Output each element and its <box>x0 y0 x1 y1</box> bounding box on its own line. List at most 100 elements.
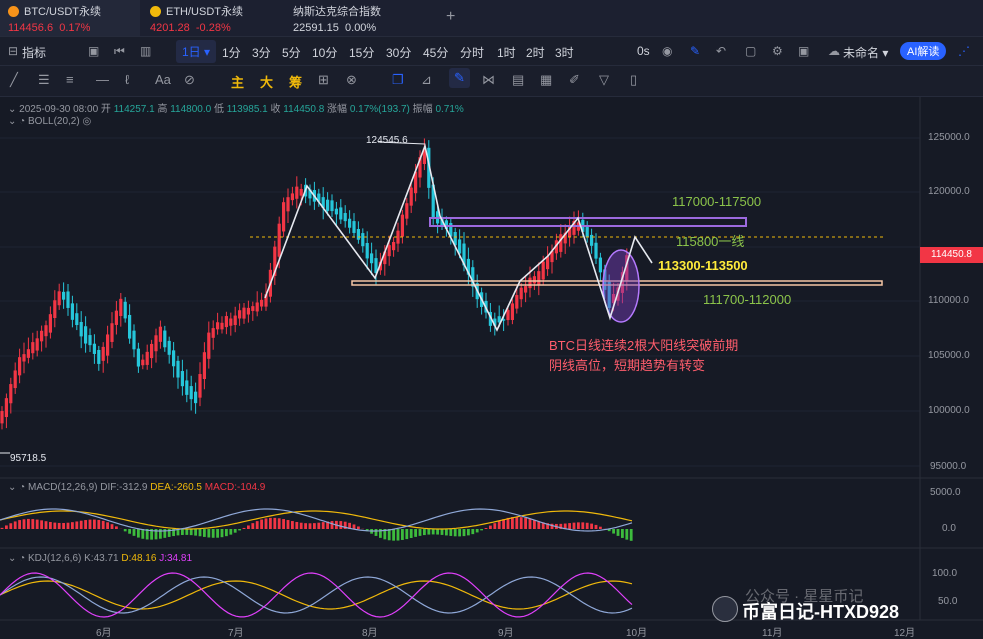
macd-bar <box>45 521 48 529</box>
candle-body <box>357 229 360 240</box>
macd-bar <box>203 529 206 537</box>
macd-bar <box>31 519 34 529</box>
candle-body <box>53 300 56 318</box>
macd-bar <box>515 517 518 529</box>
candle-body <box>40 331 43 342</box>
macd-bar <box>463 529 466 536</box>
bell-icon: ◔ <box>19 553 25 564</box>
candle-body <box>88 335 91 345</box>
annotation-zone1: 117000-117500 <box>672 194 761 209</box>
macd-bar <box>397 529 400 541</box>
candle-body <box>150 344 153 358</box>
macd-bar <box>58 523 61 529</box>
macd-bar <box>502 519 505 529</box>
candle-body <box>110 323 113 342</box>
macd-bar <box>458 529 461 536</box>
macd-bar <box>414 529 417 537</box>
macd-bar <box>93 520 96 529</box>
macd-bar <box>137 529 140 538</box>
candle-body <box>128 315 131 339</box>
candle-body <box>190 386 193 399</box>
candle-body <box>282 202 285 231</box>
kdj-label: KDJ(12,6,6) <box>28 553 81 564</box>
macd-bar <box>353 524 356 529</box>
macd-bar <box>80 521 83 529</box>
price-tick: 100000.0 <box>928 405 970 416</box>
candle-body <box>62 292 65 300</box>
macd-bar <box>243 528 246 529</box>
macd-bar <box>27 519 30 529</box>
macd-bar <box>97 520 100 529</box>
annotation-note2: 阴线高位，短期趋势有转变 <box>549 355 705 374</box>
candle-body <box>594 243 597 259</box>
macd-bar <box>234 529 237 533</box>
macd-bar <box>621 529 624 538</box>
macd-bar <box>357 526 360 529</box>
candle-body <box>256 302 259 311</box>
candle-body <box>27 349 30 358</box>
macd-bar <box>300 523 303 529</box>
candle-body <box>401 215 404 237</box>
macd-bar <box>410 529 413 538</box>
macd-bar <box>498 521 501 529</box>
macd-bar <box>225 529 228 536</box>
macd-bar <box>251 523 254 529</box>
candle-body <box>291 193 294 200</box>
macd-bar <box>212 529 215 538</box>
macd-bar <box>67 523 70 529</box>
macd-bar <box>89 520 92 529</box>
macd-bar <box>256 521 259 529</box>
macd-bar <box>617 529 620 536</box>
macd-bar <box>115 526 118 529</box>
macd-bar <box>493 523 496 529</box>
price-tick: 95000.0 <box>930 461 966 472</box>
wechat-icon <box>712 596 738 622</box>
candle-body <box>124 302 127 319</box>
candle-body <box>207 333 210 359</box>
candle-body <box>344 213 347 221</box>
chevron-icon: ⌄ <box>8 553 16 564</box>
candle-body <box>528 278 531 288</box>
macd-bar <box>577 522 580 529</box>
macd-bar <box>436 529 439 535</box>
candle-body <box>36 338 39 350</box>
macd-bar <box>480 529 483 530</box>
candle-body <box>22 354 25 361</box>
candle-body <box>251 306 254 311</box>
macd-bar <box>524 518 527 529</box>
macd-value: MACD:-104.9 <box>205 482 266 493</box>
macd-bar <box>599 527 602 529</box>
candle-body <box>93 344 96 354</box>
kdj-legend[interactable]: ⌄ ◔ KDJ(12,6,6) K:43.71 D:48.16 J:34.81 <box>8 553 192 564</box>
candle-body <box>370 253 373 263</box>
macd-bar <box>141 529 144 539</box>
macd-bar <box>375 529 378 536</box>
macd-bar <box>238 529 241 530</box>
candle-body <box>31 342 34 353</box>
macd-bar <box>40 520 43 529</box>
candle-body <box>49 314 52 332</box>
candle-body <box>106 334 109 355</box>
macd-bar <box>278 518 281 529</box>
resistance-zone-box <box>430 218 746 226</box>
macd-bar <box>265 518 268 529</box>
candle-body <box>185 380 188 394</box>
candle-body <box>242 308 245 319</box>
kdj-j: J:34.81 <box>159 553 192 564</box>
candle-body <box>559 234 562 252</box>
macd-bar <box>339 521 342 529</box>
price-chart[interactable] <box>0 0 983 637</box>
macd-bar <box>247 525 250 529</box>
candle-body <box>159 327 162 342</box>
candle-body <box>295 187 298 199</box>
macd-bar <box>568 523 571 529</box>
price-tick: 105000.0 <box>928 350 970 361</box>
macd-bar <box>573 523 576 529</box>
macd-bar <box>432 529 435 534</box>
macd-bar <box>405 529 408 539</box>
candle-body <box>225 316 228 327</box>
macd-legend[interactable]: ⌄ ◔ MACD(12,26,9) DIF:-312.9 DEA:-260.5 … <box>8 482 265 493</box>
candle-body <box>339 207 342 219</box>
candle-body <box>9 384 12 403</box>
macd-dea: DEA:-260.5 <box>150 482 202 493</box>
